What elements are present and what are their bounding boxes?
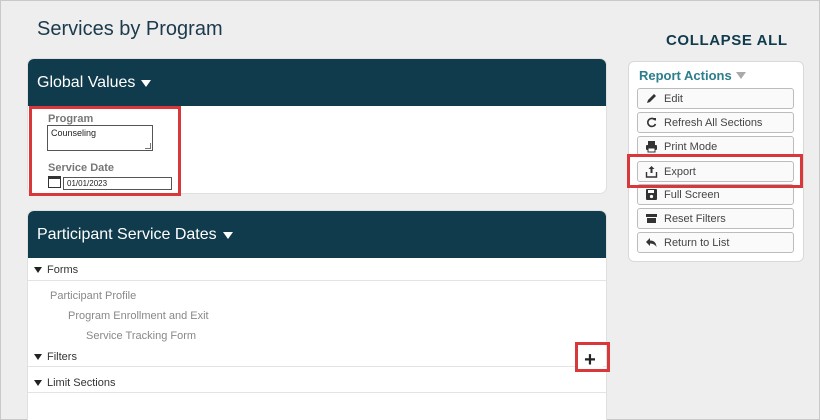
caret-down-icon <box>735 72 746 79</box>
reset-filters-icon <box>644 212 658 226</box>
add-filter-button[interactable]: + <box>577 347 603 373</box>
reset-filters-label: Reset Filters <box>664 212 726 225</box>
divider <box>28 280 606 281</box>
save-icon <box>644 188 658 202</box>
service-date-field[interactable]: 01/01/2023 <box>63 177 172 190</box>
collapse-all-link[interactable]: COLLAPSE ALL <box>666 32 788 49</box>
triangle-down-icon <box>34 354 42 360</box>
service-date-label: Service Date <box>48 162 115 174</box>
global-values-title: Global Values <box>37 73 136 91</box>
filters-toggle[interactable]: Filters <box>28 351 606 363</box>
export-button[interactable]: Export <box>637 161 794 182</box>
forms-toggle[interactable]: Forms <box>28 264 606 276</box>
return-to-list-button[interactable]: Return to List <box>637 232 794 253</box>
calendar-icon[interactable] <box>48 176 61 188</box>
program-field[interactable]: Counseling <box>47 125 153 151</box>
participant-service-dates-panel: Participant Service Dates Forms Particip… <box>28 211 606 420</box>
refresh-all-sections-button[interactable]: Refresh All Sections <box>637 112 794 133</box>
participant-service-dates-header[interactable]: Participant Service Dates <box>28 211 606 258</box>
limit-sections-toggle[interactable]: Limit Sections <box>28 377 606 389</box>
refresh-icon <box>644 116 658 130</box>
report-actions-toggle[interactable]: Report Actions <box>639 68 746 83</box>
full-screen-button[interactable]: Full Screen <box>637 184 794 205</box>
form-item-service-tracking[interactable]: Service Tracking Form <box>86 330 196 342</box>
report-actions-title: Report Actions <box>639 68 732 83</box>
triangle-down-icon <box>34 267 42 273</box>
pencil-icon <box>644 92 658 106</box>
program-label: Program <box>48 113 94 125</box>
edit-label: Edit <box>664 92 683 105</box>
form-item-participant-profile[interactable]: Participant Profile <box>50 290 136 302</box>
refresh-label: Refresh All Sections <box>664 116 763 129</box>
full-screen-label: Full Screen <box>664 188 720 201</box>
export-label: Export <box>664 165 696 178</box>
caret-down-icon <box>141 80 152 87</box>
print-mode-button[interactable]: Print Mode <box>637 136 794 157</box>
return-to-list-label: Return to List <box>664 236 730 249</box>
reset-filters-button[interactable]: Reset Filters <box>637 208 794 229</box>
print-mode-label: Print Mode <box>664 140 718 153</box>
forms-label: Forms <box>47 264 79 276</box>
divider <box>28 366 606 367</box>
filters-label: Filters <box>47 351 77 363</box>
edit-button[interactable]: Edit <box>637 88 794 109</box>
export-icon <box>644 165 658 179</box>
return-icon <box>644 236 658 250</box>
page-title: Services by Program <box>37 18 223 40</box>
divider <box>28 392 606 393</box>
global-values-header[interactable]: Global Values <box>28 59 606 106</box>
caret-down-icon <box>222 232 233 239</box>
resize-grip-icon[interactable] <box>145 143 151 149</box>
plus-icon: + <box>584 348 596 371</box>
participant-service-dates-title: Participant Service Dates <box>37 225 217 243</box>
form-item-program-enrollment[interactable]: Program Enrollment and Exit <box>68 310 209 322</box>
global-values-panel: Global Values Program Counseling Service… <box>28 59 606 193</box>
print-icon <box>644 140 658 154</box>
program-value: Counseling <box>51 128 97 138</box>
report-actions-panel: Report Actions Edit Refresh All Sections… <box>628 61 804 262</box>
service-date-value: 01/01/2023 <box>67 179 108 188</box>
triangle-down-icon <box>34 380 42 386</box>
limit-sections-label: Limit Sections <box>47 377 116 389</box>
